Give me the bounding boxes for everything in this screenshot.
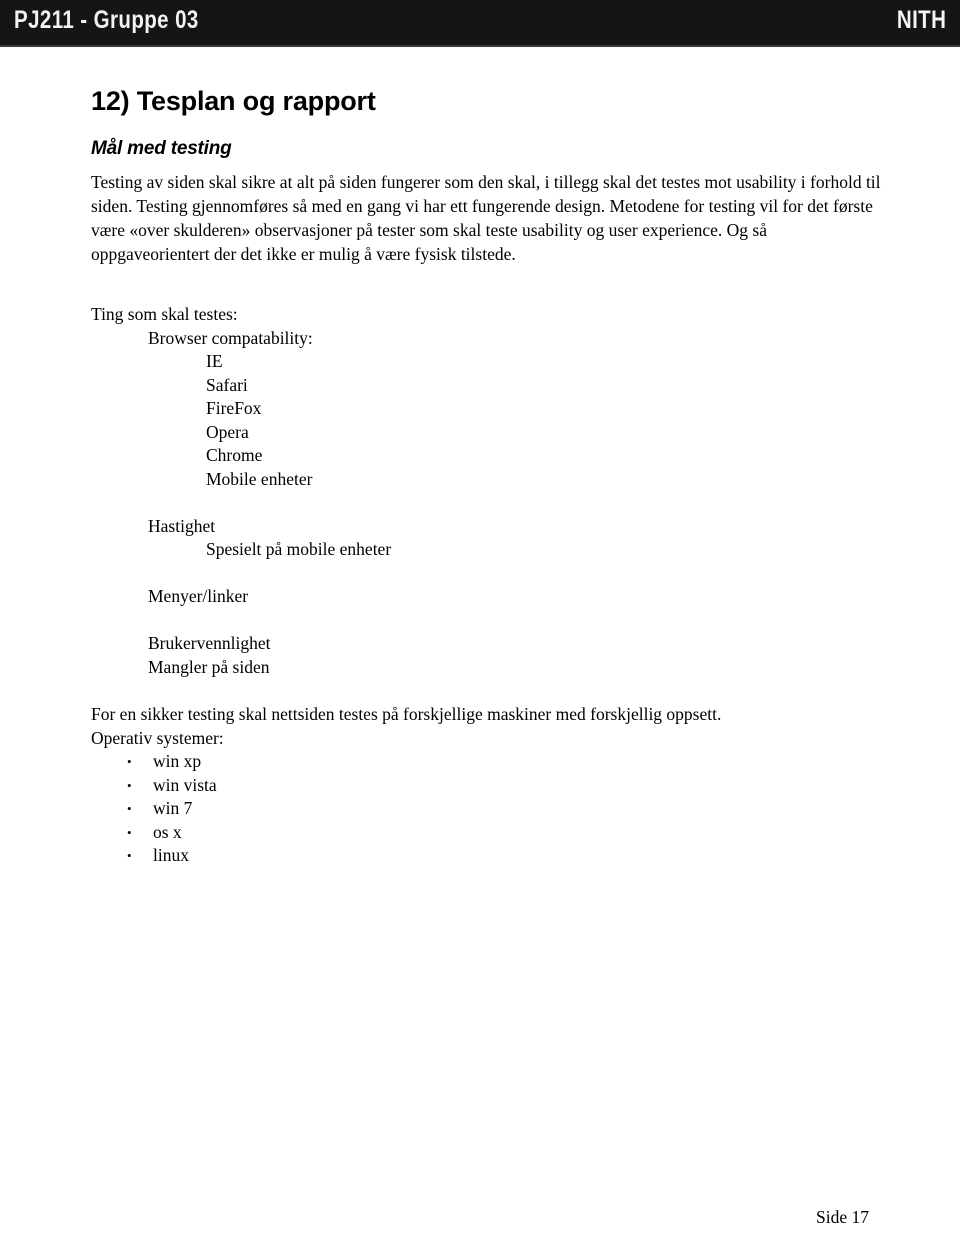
list-item-label: os x [153,821,182,842]
header-nith-logo: NITH [896,6,946,34]
closing-paragraph: For en sikker testing skal nettsiden tes… [91,704,722,724]
intro-paragraph: Testing av siden skal sikre at alt på si… [91,172,881,264]
document-content: 12) Tesplan og rapport Mål med testing T… [91,85,881,868]
page-body: 12) Tesplan og rapport Mål med testing T… [0,47,960,1242]
outline-missing-label: Mangler på siden [148,656,270,677]
bullet-icon: • [127,824,132,840]
bullet-icon: • [127,754,132,769]
outline-usability-label: Brukervennlighet [148,633,271,653]
closing-section: For en sikker testing skal nettsiden tes… [91,703,881,868]
outline-browser-mobile: Mobile enheter [206,468,313,489]
outline-browser-safari: Safari [206,374,248,395]
outline-spacer-2 [91,562,881,586]
outline-menus-label: Menyer/linker [148,586,249,606]
page-header-bar: PJ211 - Gruppe 03 NITH [0,0,960,47]
outline-speed-detail: Spesielt på mobile enheter [206,539,392,559]
outline-spacer-1 [91,491,881,515]
test-items-outline: Ting som skal testes: Browser compatabil… [91,303,881,679]
section-subtitle: Mål med testing [91,138,232,159]
os-list-label: Operativ systemer: [91,727,224,748]
outline-spacer-3 [91,609,881,633]
operating-systems-list: • win xp • win vista • win 7 • os x • li… [91,750,881,868]
outline-browser-group-label: Browser compatability: [148,327,313,348]
bullet-icon: • [127,848,132,863]
list-item: • os x [91,821,881,845]
outline-browser-firefox: FireFox [206,398,262,418]
list-item-label: linux [153,845,189,865]
outline-speed-label: Hastighet [148,515,216,536]
outline-browser-chrome: Chrome [206,445,263,465]
footer-page-number: Side 17 [816,1207,869,1227]
list-item-label: win 7 [153,798,193,818]
bullet-icon: • [127,777,132,793]
outline-browser-ie: IE [206,351,223,371]
header-course-title: PJ211 - Gruppe 03 [14,6,199,34]
outline-browser-opera: Opera [206,421,249,442]
list-item-label: win xp [153,751,202,771]
outline-heading: Ting som skal testes: [91,304,238,324]
list-item-label: win vista [153,774,217,795]
page-title: 12) Tesplan og rapport [91,86,376,116]
list-item: • win 7 [91,797,881,821]
list-item: • win xp [91,750,881,774]
bullet-icon: • [127,801,132,816]
list-item: • win vista [91,774,881,798]
list-item: • linux [91,844,881,868]
